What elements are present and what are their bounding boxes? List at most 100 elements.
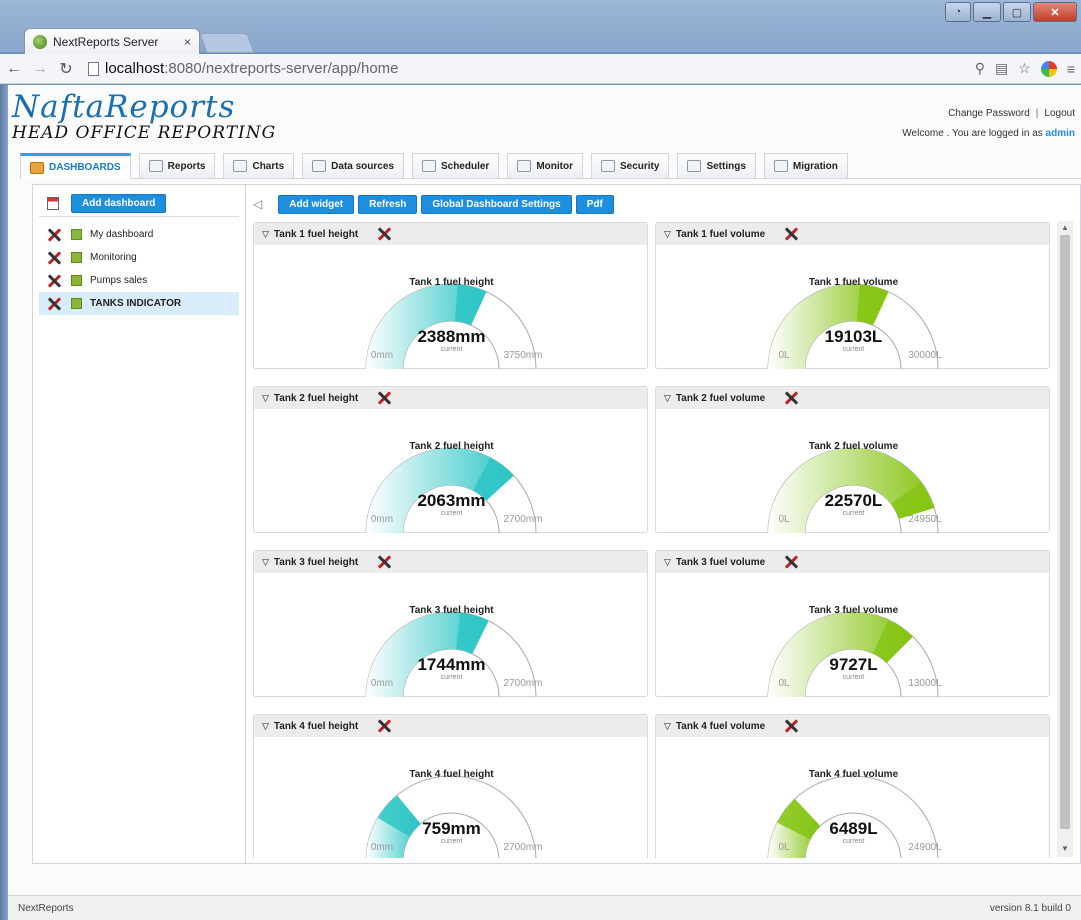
tab-charts[interactable]: Charts: [223, 153, 295, 178]
widget-tools-icon[interactable]: [784, 227, 798, 241]
collapse-widget-icon[interactable]: ▽: [262, 229, 269, 240]
tab-close-icon[interactable]: ×: [184, 35, 191, 49]
gauge: Tank 1 fuel volume 19103L current 0L 30000L: [656, 245, 1051, 369]
browser-tab[interactable]: NextReports Server ×: [24, 28, 200, 54]
logout-link[interactable]: Logout: [1044, 108, 1075, 119]
scheduler-icon: [421, 160, 436, 172]
security-icon: [600, 160, 615, 172]
widget-tools-icon[interactable]: [784, 555, 798, 569]
widget-header[interactable]: ▽ Tank 2 fuel volume: [656, 387, 1049, 409]
gauge-widget: ▽ Tank 2 fuel height Tank 2 fuel height 206…: [253, 386, 648, 533]
scroll-down-icon[interactable]: ▼: [1057, 844, 1073, 853]
dashboard-item[interactable]: TANKS INDICATOR: [39, 292, 239, 315]
favicon-icon: [33, 34, 47, 49]
widget-grid: ▽ Tank 1 fuel height Tank 1 fuel height 238…: [253, 222, 1053, 858]
brand-subtitle: HEAD OFFICE REPORTING: [12, 123, 277, 143]
scroll-up-icon[interactable]: ▲: [1057, 223, 1073, 232]
collapse-widget-icon[interactable]: ▽: [664, 229, 671, 240]
widget-header[interactable]: ▽ Tank 2 fuel height: [254, 387, 647, 409]
tab-migration[interactable]: Migration: [763, 153, 848, 178]
calendar-icon[interactable]: [47, 197, 59, 210]
collapse-widget-icon[interactable]: ▽: [664, 393, 671, 404]
tab-settings[interactable]: Settings: [677, 153, 756, 178]
gauge-max: 13000L: [908, 678, 942, 689]
extension-icon[interactable]: ⚲: [975, 60, 985, 77]
dashboard-label: Monitoring: [90, 252, 137, 263]
tab-reports[interactable]: Reports: [138, 153, 216, 178]
collapse-widget-icon[interactable]: ▽: [262, 393, 269, 404]
address-bar: ← → ↻ localhost:8080/nextreports-server/…: [0, 54, 1081, 84]
widget-title: Tank 3 fuel height: [273, 556, 359, 568]
new-tab-button[interactable]: [199, 33, 255, 53]
global-settings-button[interactable]: Global Dashboard Settings: [421, 194, 572, 214]
widget-header[interactable]: ▽ Tank 1 fuel volume: [656, 223, 1049, 245]
widget-header[interactable]: ▽ Tank 1 fuel height: [254, 223, 647, 245]
gauge-title: Tank 2 fuel volume: [808, 441, 899, 452]
maximize-button[interactable]: ▢: [1003, 2, 1031, 22]
splitter[interactable]: [245, 185, 246, 863]
forward-icon[interactable]: →: [32, 60, 48, 78]
widget-title: Tank 4 fuel height: [273, 720, 359, 732]
gauge-title: Tank 1 fuel volume: [808, 277, 899, 288]
scrollbar[interactable]: ▲ ▼: [1057, 221, 1073, 857]
tools-icon[interactable]: [47, 228, 61, 242]
gauge-value: 1744mm: [417, 655, 486, 674]
scrollbar-thumb[interactable]: [1060, 235, 1070, 829]
tab-security[interactable]: Security: [590, 153, 670, 178]
menu-icon[interactable]: ≡: [1067, 61, 1075, 77]
tab-scheduler[interactable]: Scheduler: [411, 153, 500, 178]
gauge: Tank 2 fuel height 2063mm current 0mm 2700mm: [254, 409, 649, 533]
widget-tools-icon[interactable]: [377, 391, 391, 405]
bookmark-star-icon[interactable]: ☆: [1018, 60, 1031, 77]
url-field[interactable]: localhost:8080/nextreports-server/app/ho…: [84, 58, 965, 80]
browser-titlebar: NextReports Server × ◔ ▁ ▢ ✕: [0, 0, 1081, 54]
collapse-sidebar-icon[interactable]: ◁: [253, 197, 262, 211]
tab-data-sources[interactable]: Data sources: [302, 153, 404, 178]
tools-icon[interactable]: [47, 297, 61, 311]
add-widget-button[interactable]: Add widget: [278, 194, 355, 214]
user-profile-icon[interactable]: ◔: [945, 2, 971, 22]
tools-icon[interactable]: [47, 251, 61, 265]
tools-icon[interactable]: [47, 274, 61, 288]
translate-icon[interactable]: ▤: [995, 60, 1008, 77]
charts-icon: [233, 160, 248, 172]
collapse-widget-icon[interactable]: ▽: [664, 557, 671, 568]
widget-tools-icon[interactable]: [377, 555, 391, 569]
dashboard-item[interactable]: Monitoring: [39, 246, 239, 269]
collapse-widget-icon[interactable]: ▽: [664, 721, 671, 732]
widget-header[interactable]: ▽ Tank 4 fuel height: [254, 715, 647, 737]
close-window-button[interactable]: ✕: [1033, 2, 1077, 22]
tab-dashboards[interactable]: DASHBOARDS: [20, 153, 131, 179]
back-icon[interactable]: ←: [6, 60, 22, 78]
dashboard-item[interactable]: My dashboard: [39, 223, 239, 246]
widget-header[interactable]: ▽ Tank 3 fuel height: [254, 551, 647, 573]
widget-header[interactable]: ▽ Tank 4 fuel volume: [656, 715, 1049, 737]
pdf-button[interactable]: Pdf: [575, 194, 614, 214]
gauge-value: 19103L: [824, 327, 883, 346]
widget-tools-icon[interactable]: [377, 719, 391, 733]
tab-label: Data sources: [331, 160, 394, 172]
widget-tools-icon[interactable]: [377, 227, 391, 241]
window-controls: ◔ ▁ ▢ ✕: [945, 2, 1077, 22]
tab-monitor[interactable]: Monitor: [507, 153, 583, 178]
refresh-button[interactable]: Refresh: [358, 194, 418, 214]
add-dashboard-button[interactable]: Add dashboard: [71, 194, 167, 213]
user-box: Change Password | Logout Welcome . You are…: [902, 104, 1075, 144]
collapse-widget-icon[interactable]: ▽: [262, 721, 269, 732]
widget-header[interactable]: ▽ Tank 3 fuel volume: [656, 551, 1049, 573]
change-password-link[interactable]: Change Password: [948, 108, 1030, 119]
dashboard-item[interactable]: Pumps sales: [39, 269, 239, 292]
content-panel: Add dashboard My dashboard Monitoring Pump…: [32, 184, 1081, 864]
page: NaftaReports HEAD OFFICE REPORTING Chang…: [8, 85, 1081, 895]
collapse-widget-icon[interactable]: ▽: [262, 557, 269, 568]
chrome-extension-icon[interactable]: [1040, 60, 1057, 77]
gauge: Tank 1 fuel height 2388mm current 0mm 3750mm: [254, 245, 649, 369]
tab-label: Scheduler: [440, 160, 490, 172]
url-path: :8080/nextreports-server/app/home: [164, 60, 399, 77]
gauge-min: 0mm: [370, 350, 394, 361]
widget-tools-icon[interactable]: [784, 391, 798, 405]
username[interactable]: admin: [1046, 128, 1075, 139]
reload-icon[interactable]: ↻: [58, 59, 74, 79]
widget-tools-icon[interactable]: [784, 719, 798, 733]
minimize-button[interactable]: ▁: [973, 2, 1001, 22]
